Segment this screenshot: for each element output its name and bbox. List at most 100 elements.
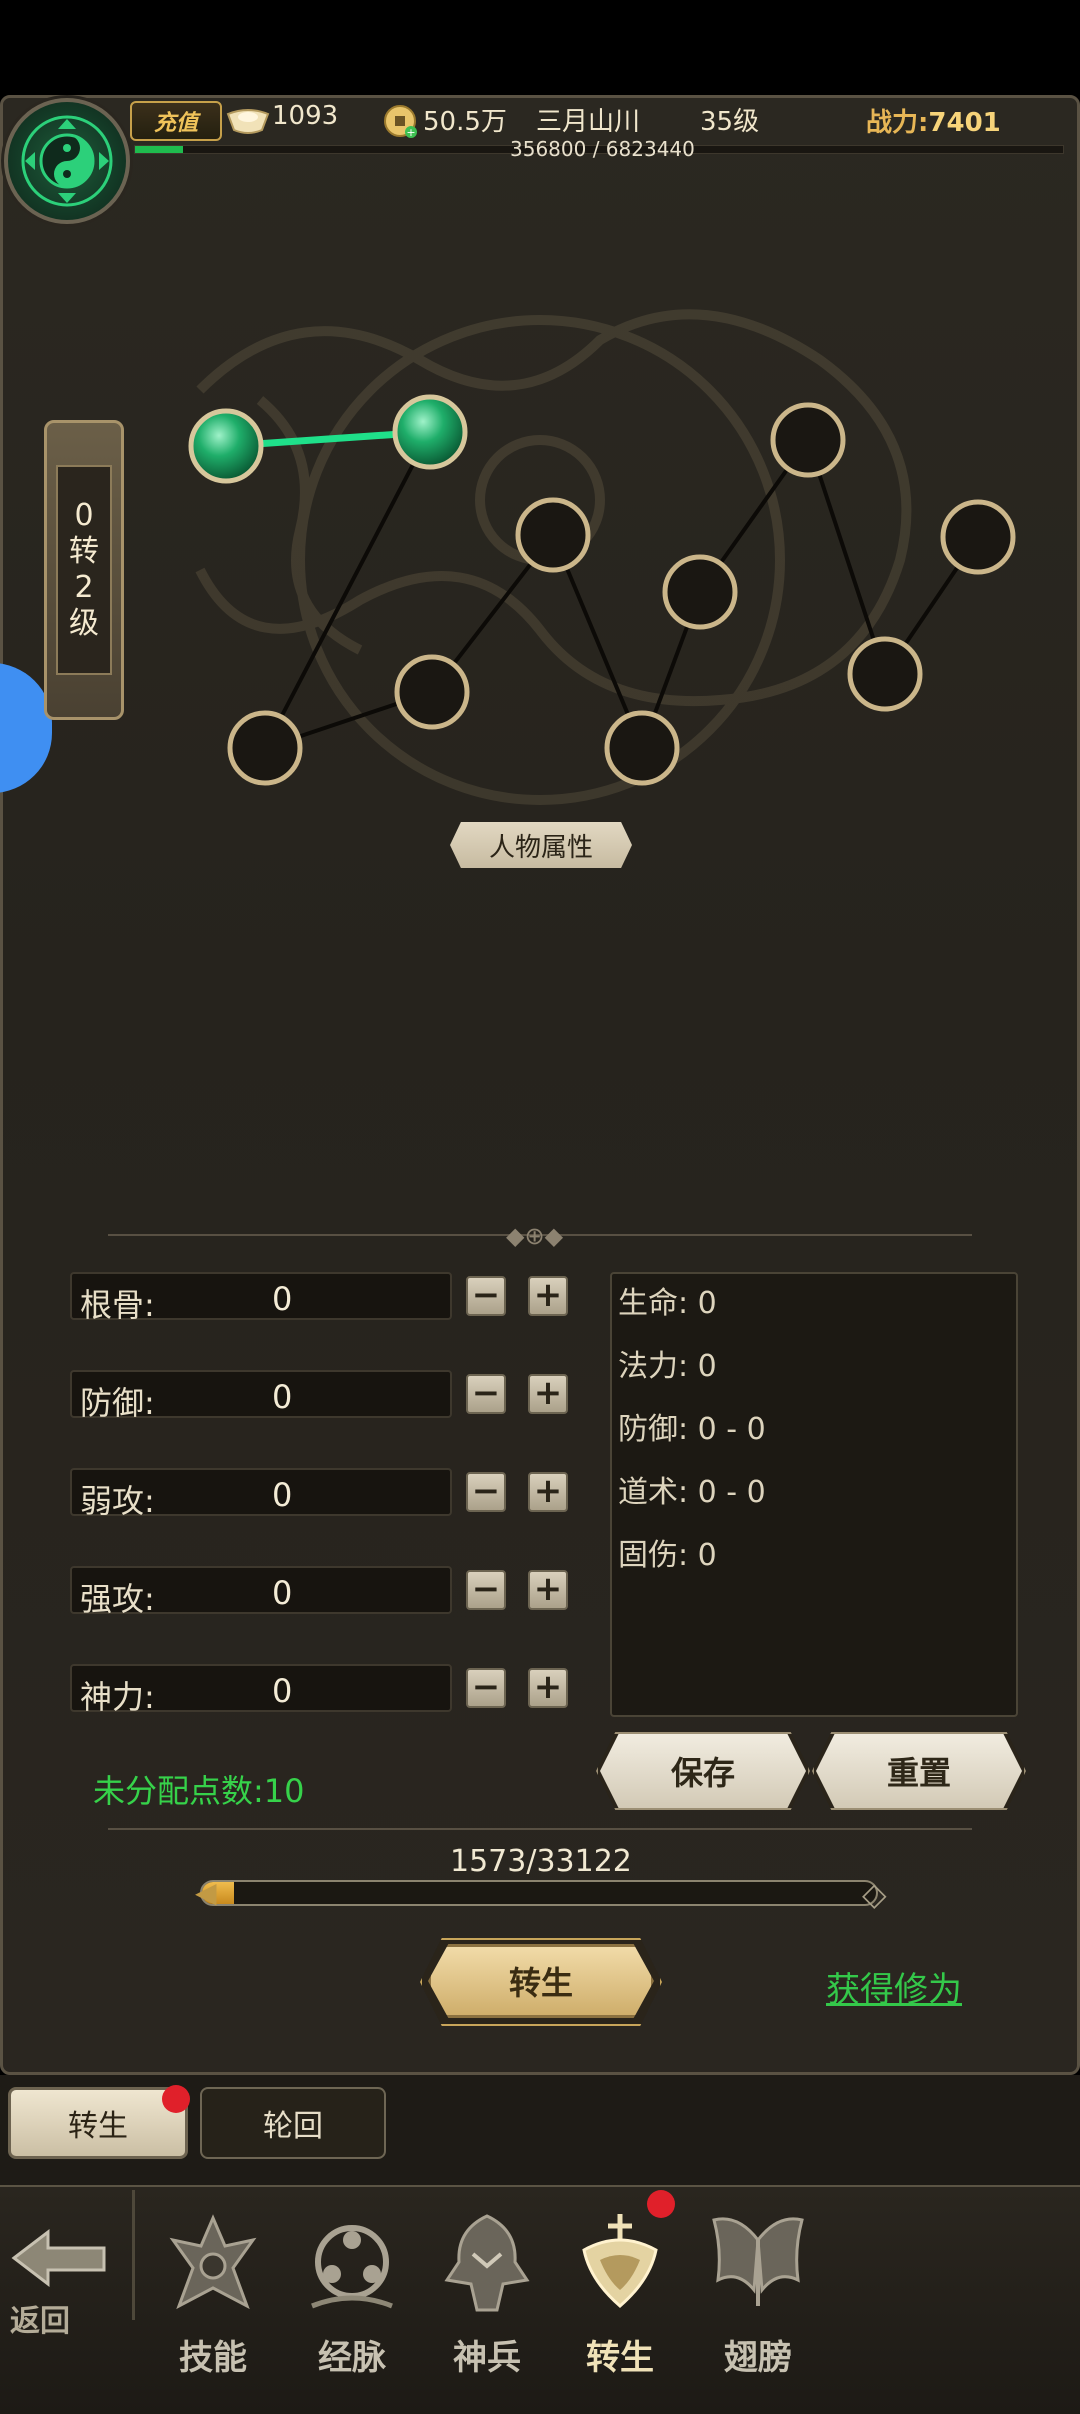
- ingot-icon: [226, 109, 270, 134]
- save-button[interactable]: 保存: [600, 1734, 806, 1808]
- nav-label: 技能: [179, 2338, 247, 2378]
- decrease-button[interactable]: −: [466, 1374, 506, 1414]
- progress-arrow-icon: ◀: [195, 1876, 217, 1909]
- level-char: 0: [74, 498, 94, 533]
- increase-button[interactable]: +: [528, 1374, 568, 1414]
- reincarnation-icon: [582, 2214, 658, 2308]
- nav-label: 转生: [586, 2338, 654, 2378]
- divider-ornament-icon: ◆⊕◆: [506, 1222, 564, 1250]
- yin-yang-icon: [21, 115, 113, 207]
- player-level: 35级: [700, 107, 760, 137]
- reincarnation-node-map: [0, 270, 1080, 890]
- reincarnation-level-plaque: 0 转 2 级: [44, 420, 124, 720]
- node-slot: [227, 710, 303, 786]
- exp-bar-fill: [135, 146, 184, 153]
- stat-row-gengu: 根骨: 0 − +: [70, 1272, 578, 1324]
- stat-value: 0: [272, 1476, 293, 1514]
- tab-reincarnation[interactable]: 转生: [8, 2087, 188, 2159]
- cultivation-progress-text: 1573/33122: [450, 1844, 632, 1879]
- nav-label: 翅膀: [724, 2338, 792, 2378]
- player-name: 三月山川: [536, 107, 641, 137]
- power-display: 战力:7401: [866, 102, 1001, 139]
- stat-field: 防御: 0: [70, 1370, 452, 1422]
- divider: [108, 1828, 972, 1830]
- tab-samsara[interactable]: 轮回: [200, 2087, 386, 2159]
- gain-cultivation-link[interactable]: 获得修为: [826, 1962, 962, 2011]
- node-slot: [847, 636, 923, 712]
- cultivation-progress-bar: [200, 1880, 878, 1906]
- nav-label: 经脉: [318, 2338, 386, 2378]
- stat-value: 0: [272, 1378, 293, 1416]
- nav-item-skills[interactable]: 技能: [153, 2210, 273, 2378]
- coin-amount: 50.5万: [423, 107, 507, 137]
- nav-separator: [132, 2190, 135, 2320]
- stat-field: 根骨: 0: [70, 1272, 452, 1324]
- power-value: 7401: [928, 108, 1001, 138]
- reincarnate-button[interactable]: 转生: [428, 1944, 654, 2018]
- stat-row-weak-attack: 弱攻: 0 − +: [70, 1468, 578, 1520]
- recharge-button[interactable]: 充值: [130, 101, 222, 141]
- decrease-button[interactable]: −: [466, 1472, 506, 1512]
- increase-button[interactable]: +: [528, 1570, 568, 1610]
- stat-row-defense: 防御: 0 − +: [70, 1370, 578, 1422]
- stat-field: 神力: 0: [70, 1664, 452, 1716]
- decrease-button[interactable]: −: [466, 1668, 506, 1708]
- result-fixed-damage: 固伤: 0: [618, 1538, 717, 1573]
- level-char: 级: [69, 606, 99, 641]
- node-slot: [604, 710, 680, 786]
- stat-name: 神力:: [80, 1678, 155, 1716]
- stat-field: 强攻: 0: [70, 1566, 452, 1618]
- status-bar: [0, 0, 1080, 95]
- unassigned-points: 未分配点数:10: [93, 1772, 305, 1810]
- stat-row-strong-attack: 强攻: 0 − +: [70, 1566, 578, 1618]
- progress-end-icon: ◇: [862, 1875, 887, 1913]
- ingot-count: 1093: [272, 101, 339, 131]
- stat-value: 0: [272, 1280, 293, 1318]
- weapon-icon: [444, 2214, 530, 2312]
- nav-item-weapons[interactable]: 神兵: [427, 2210, 547, 2378]
- stat-field: 弱攻: 0: [70, 1468, 452, 1520]
- reset-button[interactable]: 重置: [816, 1734, 1022, 1808]
- increase-button[interactable]: +: [528, 1668, 568, 1708]
- notification-badge: [647, 2190, 675, 2218]
- back-button[interactable]: [0, 2193, 124, 2393]
- node-map-graphic: [188, 309, 1016, 805]
- back-arrow-icon: [11, 2228, 106, 2288]
- svg-text:+: +: [406, 126, 415, 138]
- increase-button[interactable]: +: [528, 1276, 568, 1316]
- exp-text: 356800 / 6823440: [510, 137, 695, 161]
- nav-label: 神兵: [453, 2338, 521, 2378]
- result-defense: 防御: 0 - 0: [618, 1412, 766, 1447]
- stat-name: 根骨:: [80, 1286, 155, 1324]
- stat-name: 强攻:: [80, 1580, 155, 1618]
- character-attributes-tag[interactable]: 人物属性: [450, 822, 632, 868]
- nav-item-wings[interactable]: 翅膀: [698, 2210, 818, 2378]
- stat-value: 0: [272, 1672, 293, 1710]
- attribute-result-box: 生命: 0 法力: 0 防御: 0 - 0 道术: 0 - 0 固伤: 0: [610, 1272, 1018, 1717]
- node-active: [188, 408, 264, 484]
- level-char: 2: [74, 570, 94, 605]
- stat-row-divine-power: 神力: 0 − +: [70, 1664, 578, 1716]
- meridian-icon: [311, 2225, 393, 2309]
- result-mp: 法力: 0: [618, 1349, 717, 1384]
- node-slot: [394, 654, 470, 730]
- wings-icon: [712, 2217, 804, 2306]
- node-active: [392, 394, 468, 470]
- skill-icon: [169, 2214, 257, 2310]
- decrease-button[interactable]: −: [466, 1570, 506, 1610]
- result-taoism: 道术: 0 - 0: [618, 1475, 766, 1510]
- nav-item-meridians[interactable]: 经脉: [292, 2210, 412, 2378]
- node-slot: [770, 402, 846, 478]
- increase-button[interactable]: +: [528, 1472, 568, 1512]
- back-label: 返回: [10, 2304, 70, 2339]
- avatar[interactable]: [4, 98, 130, 224]
- node-slot: [515, 497, 591, 573]
- decrease-button[interactable]: −: [466, 1276, 506, 1316]
- nav-item-reincarnation[interactable]: 转生: [560, 2210, 680, 2378]
- notification-badge: [162, 2085, 190, 2113]
- coin-icon: +: [384, 105, 417, 138]
- power-label: 战力:: [866, 108, 929, 138]
- stat-value: 0: [272, 1574, 293, 1612]
- node-slot: [662, 554, 738, 630]
- stat-name: 弱攻:: [80, 1482, 155, 1520]
